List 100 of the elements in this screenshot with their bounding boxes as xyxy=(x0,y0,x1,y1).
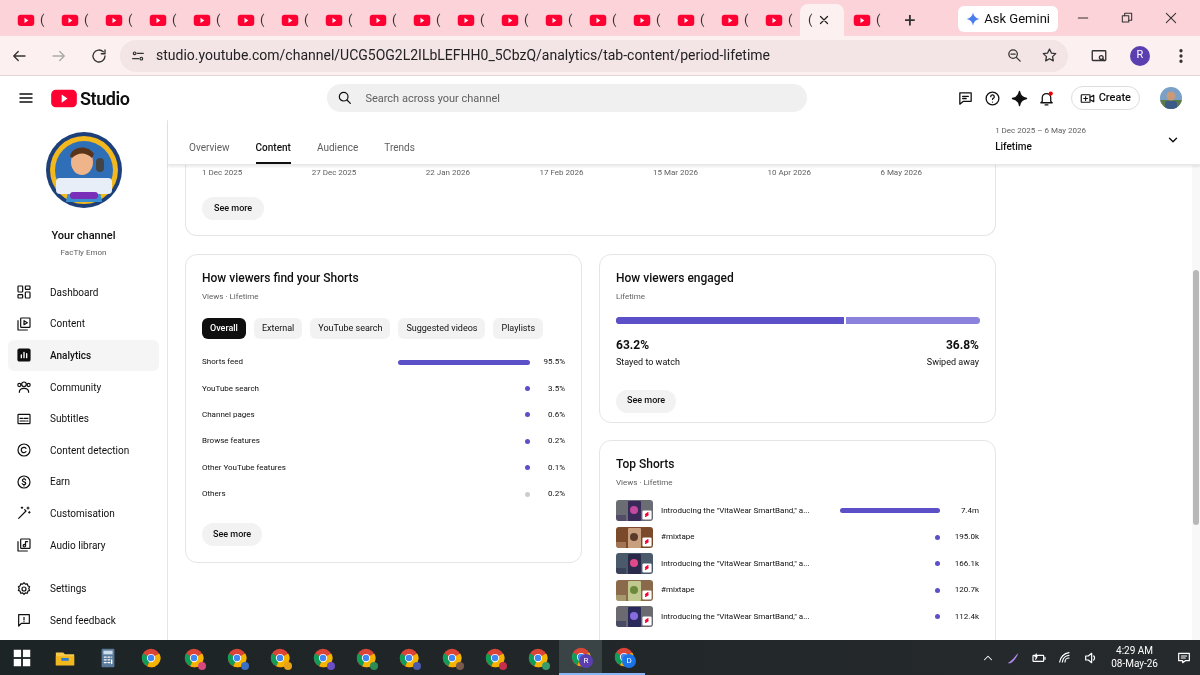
address-bar[interactable]: studio.youtube.com/channel/UCG5OG2L2ILbLEFHH0_5CbzQ/analytics/tab-content/period-lifetime xyxy=(120,39,1068,72)
browser-tab[interactable]: ( xyxy=(492,4,536,36)
sidebar-item[interactable]: Content xyxy=(8,308,159,340)
shorts-icon xyxy=(642,536,652,547)
sidebar-item[interactable]: Earn xyxy=(8,466,159,498)
sidebar-item[interactable]: Audio library xyxy=(8,529,159,561)
sparkle-icon[interactable] xyxy=(1010,89,1028,107)
filter-chip[interactable]: Suggested videos xyxy=(398,318,486,339)
see-more-button[interactable]: See more xyxy=(202,197,265,220)
url-text: studio.youtube.com/channel/UCG5OG2L2ILbLEFHH0_5CbzQ/analytics/tab-content/period-lifetime xyxy=(156,46,771,65)
profile-badge xyxy=(370,662,378,670)
view-count: 7.4m xyxy=(959,504,979,517)
sidebar-item[interactable]: Content detection xyxy=(8,434,159,467)
browser-tab[interactable]: ( xyxy=(360,4,404,36)
taskbar-app[interactable]: R xyxy=(559,640,602,675)
feedback-icon[interactable] xyxy=(956,89,974,107)
period-label: Lifetime xyxy=(995,140,1033,154)
clock-date[interactable]: 08-May-26 xyxy=(1111,657,1158,670)
sidebar-item[interactable]: Customisation xyxy=(8,497,159,530)
sidebar-item[interactable]: Community xyxy=(8,371,159,403)
browser-tab[interactable]: ( xyxy=(844,4,888,36)
tab-title: ( xyxy=(128,11,133,30)
sidebar-item[interactable]: Settings xyxy=(8,572,159,605)
browser-tab[interactable]: ( xyxy=(8,4,52,36)
sidebar-item[interactable]: Send feedback xyxy=(8,604,159,636)
period-selector[interactable]: 1 Dec 2025 – 6 May 2026 Lifetime xyxy=(995,125,1180,154)
shorts-icon xyxy=(642,616,652,627)
tab-title: ( xyxy=(172,11,177,30)
video-title: Introducing the "VitaWear SmartBand," a... xyxy=(661,504,811,517)
scrollbar-thumb[interactable] xyxy=(1193,270,1199,525)
axis-label: 6 May 2026 xyxy=(880,167,922,179)
reload-icon[interactable] xyxy=(90,46,108,65)
analytics-icon xyxy=(16,347,32,364)
sidebar-item[interactable]: Dashboard xyxy=(8,276,159,309)
browser-tab[interactable]: ( xyxy=(668,4,712,36)
browser-tab[interactable]: ( xyxy=(228,4,272,36)
axis-label: 22 Jan 2026 xyxy=(425,167,470,179)
taskbar-app[interactable]: D xyxy=(602,640,645,675)
browser-tab[interactable]: ( xyxy=(140,4,184,36)
tab-title: ( xyxy=(304,11,309,30)
filter-chip[interactable]: YouTube search xyxy=(310,318,391,339)
new-tab-button[interactable]: + xyxy=(896,4,924,36)
analytics-tab[interactable]: Content xyxy=(255,132,291,164)
search-field[interactable]: Search across your channel xyxy=(327,84,808,112)
browser-tab[interactable]: ( xyxy=(712,4,756,36)
channel-name: FacTly Emon xyxy=(59,246,108,259)
analytics-tab[interactable]: Trends xyxy=(384,132,415,164)
sidebar-item[interactable]: Subtitles xyxy=(8,402,159,435)
browser-tab[interactable]: ( xyxy=(52,4,96,36)
earn-icon xyxy=(16,473,32,490)
browser-tab[interactable]: ( xyxy=(96,4,140,36)
profile-avatar[interactable]: R xyxy=(1130,45,1150,66)
chrome-icon xyxy=(139,646,162,669)
close-icon[interactable] xyxy=(818,14,831,26)
bookmark-star-icon[interactable] xyxy=(1041,47,1058,64)
analytics-tab[interactable]: Audience xyxy=(316,132,359,164)
chrome-icon xyxy=(268,646,291,669)
percentage: 0.6% xyxy=(547,408,565,421)
browser-tab[interactable]: ( xyxy=(800,4,844,36)
chrome-icon xyxy=(440,646,463,669)
chrome-icon xyxy=(526,646,549,669)
close-icon[interactable] xyxy=(1164,11,1178,25)
restore-icon[interactable] xyxy=(1120,11,1134,25)
sidebar-item[interactable]: Analytics xyxy=(8,339,159,372)
browser-tab[interactable]: ( xyxy=(756,4,800,36)
shorts-icon xyxy=(642,510,652,521)
zoom-icon[interactable] xyxy=(1006,47,1023,64)
browser-tab[interactable]: ( xyxy=(580,4,624,36)
source-label: Browse features xyxy=(202,435,261,448)
see-more-button[interactable]: See more xyxy=(202,523,263,547)
tab-title: ( xyxy=(568,11,573,30)
browser-tab[interactable]: ( xyxy=(272,4,316,36)
percentage: 36.8% xyxy=(946,337,979,354)
browser-tab[interactable]: ( xyxy=(448,4,492,36)
browser-tab[interactable]: ( xyxy=(624,4,668,36)
menu-icon[interactable] xyxy=(18,90,34,106)
filter-chip[interactable]: Playlists xyxy=(493,318,544,339)
browser-tab[interactable]: ( xyxy=(404,4,448,36)
search-icon xyxy=(337,90,354,106)
filter-chip[interactable]: Overall xyxy=(202,318,246,339)
clock-time[interactable]: 4:29 AM xyxy=(1116,645,1154,658)
tab-title: ( xyxy=(40,11,45,30)
help-icon[interactable] xyxy=(983,89,1001,107)
ask-gemini-button[interactable]: Ask Gemini xyxy=(958,6,1058,32)
browser-tab[interactable]: ( xyxy=(184,4,228,36)
notification-icon[interactable] xyxy=(1037,89,1055,107)
analytics-tab[interactable]: Overview xyxy=(189,132,230,164)
card-title: How viewers find your Shorts xyxy=(202,270,360,287)
video-title: #mixtape xyxy=(661,584,696,597)
studio-logo-text[interactable]: Studio xyxy=(80,84,130,112)
video-title: Introducing the "VitaWear SmartBand," a... xyxy=(661,557,811,570)
tab-title: ( xyxy=(744,11,749,30)
source-label: Shorts feed xyxy=(202,356,245,369)
see-more-button[interactable]: See more xyxy=(616,389,677,413)
chrome-icon xyxy=(354,646,377,669)
percentage: 0.2% xyxy=(547,488,565,501)
browser-tab[interactable]: ( xyxy=(536,4,580,36)
filter-chip[interactable]: External xyxy=(253,318,303,339)
browser-tab[interactable]: ( xyxy=(316,4,360,36)
tab-title: ( xyxy=(84,11,89,30)
